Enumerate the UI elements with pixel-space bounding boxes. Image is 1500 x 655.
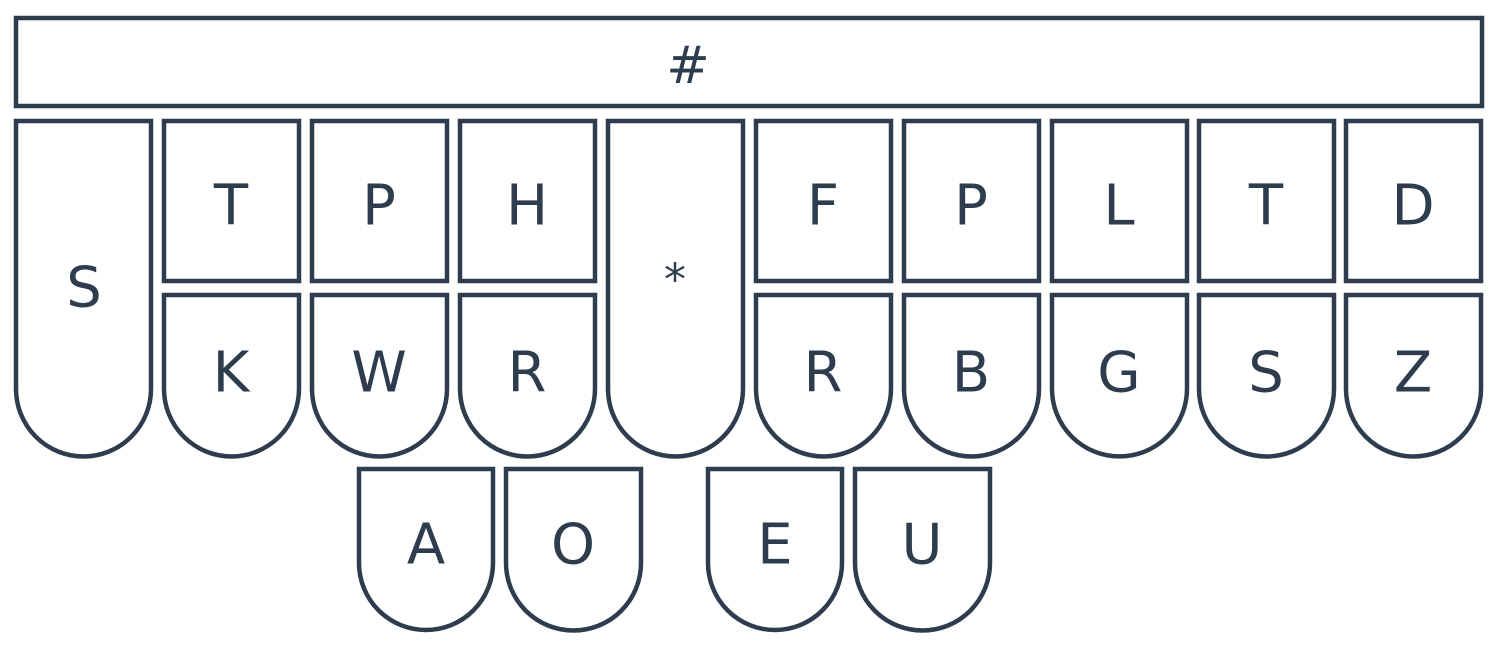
key-right-bottom-s-label: S (1248, 341, 1284, 406)
key-vowel-a[interactable]: A (356, 466, 496, 633)
key-left-top-p-label: P (362, 174, 396, 239)
key-right-bottom-g-label: G (1097, 341, 1140, 406)
key-left-bottom-k[interactable]: K (161, 292, 302, 459)
number-bar-label: # (666, 36, 710, 96)
key-right-bottom-z[interactable]: Z (1343, 292, 1484, 459)
steno-keyboard: # S T P H K W R * F P L T D R B G S Z A … (13, 15, 1485, 633)
key-vowel-u[interactable]: U (852, 466, 993, 633)
key-vowel-o[interactable]: O (503, 466, 644, 633)
key-right-top-p[interactable]: P (901, 118, 1042, 284)
key-right-bottom-g[interactable]: G (1049, 292, 1190, 459)
key-right-top-f-label: F (807, 174, 839, 239)
key-vowel-e[interactable]: E (705, 466, 845, 633)
key-right-bottom-z-label: Z (1394, 341, 1432, 406)
key-vowel-o-label: O (551, 513, 595, 578)
key-right-top-p-label: P (954, 174, 988, 239)
key-right-top-f[interactable]: F (753, 118, 894, 284)
key-left-bottom-r[interactable]: R (457, 292, 598, 459)
key-right-bottom-r-label: R (804, 341, 843, 406)
key-left-bottom-r-label: R (508, 341, 547, 406)
key-right-bottom-b[interactable]: B (901, 292, 1042, 459)
key-asterisk-label: * (664, 255, 686, 306)
key-right-bottom-s[interactable]: S (1196, 292, 1337, 459)
key-right-top-l-label: L (1103, 174, 1134, 239)
key-right-top-l[interactable]: L (1049, 118, 1190, 284)
key-left-bottom-w[interactable]: W (309, 292, 450, 459)
key-left-bottom-w-label: W (351, 341, 406, 406)
key-right-bottom-b-label: B (952, 341, 990, 406)
key-left-bottom-k-label: K (213, 341, 251, 406)
key-left-top-p[interactable]: P (309, 118, 450, 284)
key-left-s[interactable]: S (13, 118, 154, 459)
key-left-top-h[interactable]: H (457, 118, 598, 284)
key-left-top-h-label: H (506, 174, 548, 239)
key-left-s-label: S (66, 256, 102, 321)
key-left-top-t[interactable]: T (161, 118, 302, 284)
key-vowel-u-label: U (902, 513, 943, 578)
key-right-top-d-label: D (1391, 174, 1434, 239)
key-right-bottom-r[interactable]: R (753, 292, 894, 459)
key-vowel-a-label: A (407, 513, 445, 578)
key-right-top-d[interactable]: D (1343, 118, 1484, 284)
key-right-top-t-label: T (1248, 174, 1284, 239)
key-right-top-t[interactable]: T (1196, 118, 1337, 284)
key-vowel-e-label: E (757, 513, 792, 578)
key-asterisk[interactable]: * (605, 118, 746, 459)
number-bar-key[interactable]: # (13, 15, 1485, 109)
key-left-top-t-label: T (213, 174, 249, 239)
